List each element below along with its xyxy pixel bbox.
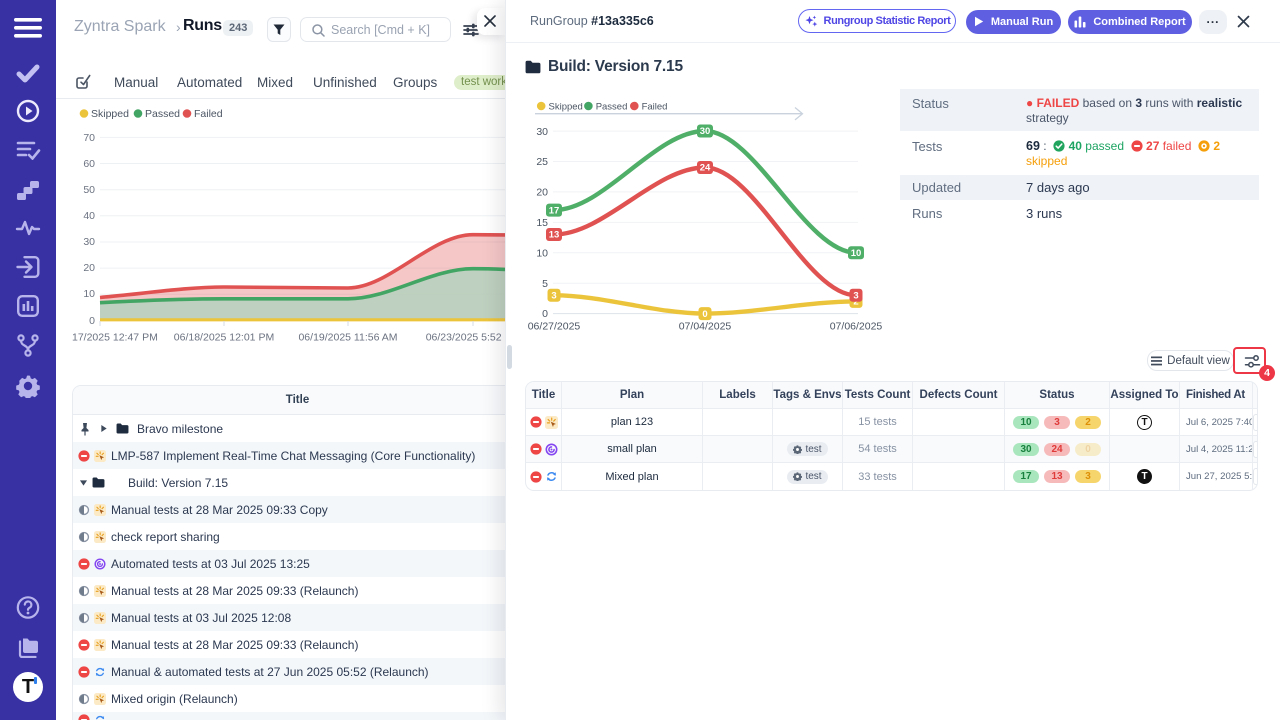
svg-text:0: 0 — [89, 315, 95, 327]
svg-text:Passed: Passed — [596, 101, 628, 112]
svg-text:0: 0 — [542, 308, 548, 320]
svg-text:40: 40 — [83, 210, 95, 222]
svg-text:25: 25 — [536, 156, 548, 168]
svg-text:Failed: Failed — [642, 101, 668, 112]
svg-text:Passed: Passed — [145, 108, 180, 120]
svg-text:0: 0 — [702, 309, 707, 320]
svg-text:06/23/2025 5:52 PM: 06/23/2025 5:52 PM — [426, 332, 505, 344]
svg-text:5: 5 — [542, 278, 548, 290]
svg-text:3: 3 — [551, 291, 556, 302]
svg-text:30: 30 — [700, 126, 711, 137]
svg-text:13: 13 — [549, 230, 560, 241]
svg-text:3: 3 — [853, 291, 858, 302]
svg-text:Failed: Failed — [194, 108, 223, 120]
svg-text:06/27/2025: 06/27/2025 — [528, 321, 581, 333]
svg-text:60: 60 — [83, 158, 95, 170]
svg-text:10: 10 — [536, 247, 548, 259]
svg-text:20: 20 — [83, 262, 95, 274]
svg-text:30: 30 — [536, 126, 548, 138]
svg-text:50: 50 — [83, 184, 95, 196]
svg-text:06/18/2025 12:01 PM: 06/18/2025 12:01 PM — [174, 332, 274, 344]
svg-text:06/19/2025 11:56 AM: 06/19/2025 11:56 AM — [298, 332, 397, 344]
svg-text:10: 10 — [83, 288, 95, 300]
svg-text:07/06/2025: 07/06/2025 — [830, 321, 883, 333]
svg-text:17/2025 12:47 PM: 17/2025 12:47 PM — [72, 332, 158, 344]
svg-text:15: 15 — [536, 217, 548, 229]
svg-text:20: 20 — [536, 187, 548, 199]
svg-text:30: 30 — [83, 236, 95, 248]
svg-text:10: 10 — [851, 248, 862, 259]
svg-text:24: 24 — [700, 163, 711, 174]
svg-text:07/04/2025: 07/04/2025 — [679, 321, 732, 333]
svg-text:Skipped: Skipped — [549, 101, 583, 112]
svg-text:70: 70 — [83, 132, 95, 144]
svg-text:17: 17 — [549, 205, 560, 216]
svg-text:Skipped: Skipped — [91, 108, 129, 120]
